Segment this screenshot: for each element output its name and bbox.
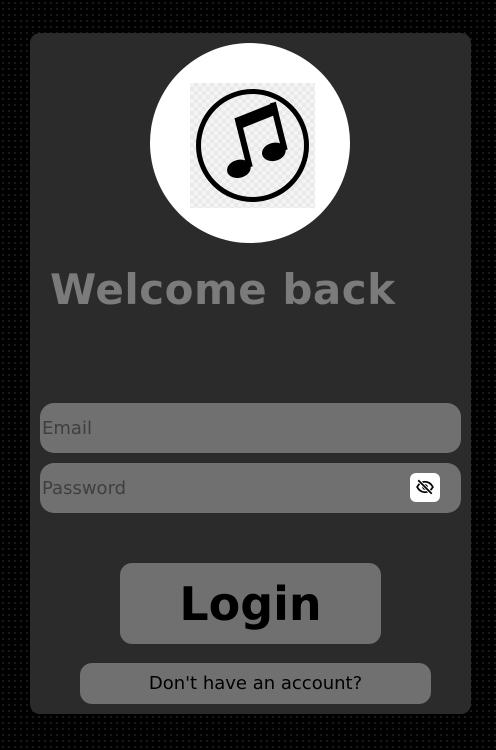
email-input[interactable] [40,403,461,453]
password-visibility-toggle[interactable] [410,473,440,502]
password-input[interactable] [40,463,461,513]
app-logo [150,43,350,243]
email-field[interactable] [40,403,461,453]
eye-slash-icon [416,479,434,495]
login-button[interactable]: Login [120,563,381,644]
password-field[interactable] [40,463,461,513]
page-title: Welcome back [50,265,396,314]
music-note-icon [190,83,315,208]
login-card: Welcome back Login Don't have an account… [30,33,471,714]
signup-link-button[interactable]: Don't have an account? [80,663,431,704]
